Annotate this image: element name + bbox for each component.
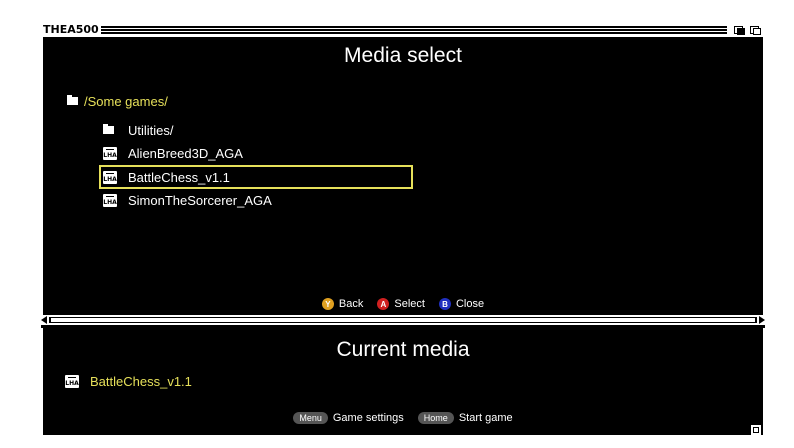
select-hint[interactable]: A Select: [377, 298, 425, 310]
current-path-label: /Some games/: [84, 93, 168, 109]
y-button-icon: Y: [321, 298, 334, 310]
start-game-hint[interactable]: Home Start game: [417, 412, 513, 424]
lha-archive-icon: LHA: [103, 146, 117, 160]
home-key-badge: Home: [417, 412, 454, 424]
lha-archive-icon: LHA: [65, 374, 79, 388]
current-media-heading: Current media: [336, 338, 470, 361]
current-path[interactable]: /Some games/: [67, 91, 168, 111]
close-hint[interactable]: B Close: [438, 298, 485, 310]
list-item-label: AlienBreed3D_AGA: [128, 145, 243, 161]
title-bar: THEA500: [41, 23, 765, 37]
list-item-label: Utilities/: [128, 122, 174, 138]
depth-front-icon[interactable]: [748, 24, 762, 36]
button-hints: Y Back A Select B Close: [43, 298, 763, 310]
screen-title: THEA500: [43, 23, 101, 37]
game-settings-label: Game settings: [332, 412, 404, 424]
back-label: Back: [338, 298, 364, 310]
media-select-window: Media select /Some games/ Utilities/ LHA…: [41, 37, 765, 315]
media-select-heading: Media select: [344, 44, 462, 67]
resize-gadget-icon[interactable]: [751, 425, 761, 435]
title-bar-stripes: [96, 26, 727, 34]
close-label: Close: [455, 298, 485, 310]
select-label: Select: [394, 298, 425, 310]
scroll-right-icon[interactable]: [759, 316, 765, 324]
list-item[interactable]: LHA AlienBreed3D_AGA: [103, 143, 243, 163]
back-hint[interactable]: Y Back: [321, 298, 364, 310]
current-media-label: BattleChess_v1.1: [90, 373, 192, 389]
lha-archive-icon: LHA: [103, 193, 117, 207]
folder-icon: [103, 124, 114, 134]
list-item[interactable]: LHA SimonTheSorcerer_AGA: [103, 190, 272, 210]
b-button-icon: B: [438, 298, 451, 310]
horizontal-scrollbar[interactable]: [41, 315, 765, 325]
list-item-selected[interactable]: LHA BattleChess_v1.1: [103, 167, 230, 187]
list-item-label: BattleChess_v1.1: [128, 169, 230, 185]
game-settings-hint[interactable]: Menu Game settings: [293, 412, 404, 424]
thea500-screen: THEA500 Media select /Some games/ Utilit…: [41, 23, 765, 435]
scrollbar-thumb[interactable]: [51, 318, 755, 322]
current-media-window: Current media LHA BattleChess_v1.1 Menu …: [41, 328, 765, 435]
depth-back-icon[interactable]: [732, 24, 746, 36]
a-button-icon: A: [377, 298, 390, 310]
menu-key-badge: Menu: [293, 412, 328, 424]
folder-icon: [67, 95, 78, 105]
list-item-label: SimonTheSorcerer_AGA: [128, 192, 272, 208]
current-media-item[interactable]: LHA BattleChess_v1.1: [65, 371, 192, 391]
start-game-label: Start game: [458, 412, 513, 424]
lha-archive-icon: LHA: [103, 170, 117, 184]
scroll-left-icon[interactable]: [41, 316, 47, 324]
list-item[interactable]: Utilities/: [103, 120, 174, 140]
bottom-button-hints: Menu Game settings Home Start game: [43, 412, 763, 424]
